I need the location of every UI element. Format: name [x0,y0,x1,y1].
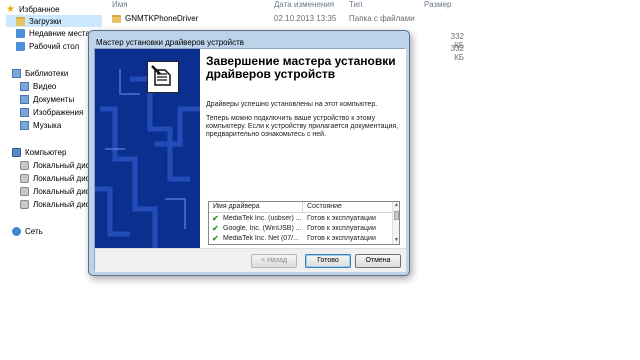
column-separator[interactable] [302,202,303,213]
nav-images-label: Изображения [33,107,84,117]
nav-video[interactable]: Видео [20,80,56,92]
nav-disk-3[interactable]: Локальный диск [20,185,93,197]
nav-favorites[interactable]: ★ Избранное [6,3,60,15]
file-date: 02.10.2013 13:35 [274,14,337,23]
nav-disk-4[interactable]: Локальный диск [20,198,93,210]
nav-libraries-label: Библиотеки [25,68,69,78]
checkmark-icon: ✔ [212,224,219,233]
nav-disk-label: Локальный диск [33,173,94,183]
nav-disk-label: Локальный диск [33,199,94,209]
nav-disk-1[interactable]: Локальный диск [20,159,93,171]
recent-places-icon [16,28,25,38]
back-button[interactable]: < Назад [251,254,297,268]
driver-status: Готов к эксплуатации [307,235,376,242]
disk-icon [20,173,29,183]
driver-row[interactable]: ✔ MediaTek Inc. Net (07/... Готов к эксп… [209,234,393,244]
column-driver-name[interactable]: Имя драйвера [213,203,260,210]
nav-network-label: Сеть [25,226,43,236]
nav-computer[interactable]: Компьютер [12,146,66,158]
nav-favorites-label: Избранное [19,4,60,14]
nav-disk-label: Локальный диск [33,186,94,196]
nav-disk-label: Локальный диск [33,160,94,170]
nav-recent-label: Недавние места [29,28,90,38]
wizard-content: Завершение мастера установки драйверов у… [200,49,406,248]
scroll-thumb[interactable] [394,211,399,220]
disk-icon [20,199,29,209]
desktop-icon [16,41,25,51]
driver-status: Готов к эксплуатации [307,225,376,232]
wizard-banner [95,49,200,248]
wizard-logo-icon [147,61,179,93]
documents-icon [20,94,29,104]
disk-icon [20,160,29,170]
finish-button[interactable]: Готово [305,254,351,268]
folder-icon [112,14,121,23]
column-header-name[interactable]: Имя [112,0,128,10]
nav-documents-label: Документы [33,94,75,104]
disk-icon [20,186,29,196]
driver-name: MediaTek Inc. Net (07/... [223,235,299,242]
column-header-size[interactable]: Размер [424,0,452,10]
scroll-down-arrow-icon[interactable]: ▼ [393,237,400,244]
driver-name: MediaTek Inc. (usbser) ... [223,215,302,222]
driver-row[interactable]: ✔ MediaTek Inc. (usbser) ... Готов к экс… [209,214,393,224]
nav-downloads[interactable]: Загрузки [6,15,102,27]
driver-list-scrollbar[interactable]: ▲ ▼ [392,202,399,244]
downloads-folder-icon [16,16,25,26]
driver-list[interactable]: Имя драйвера Состояние ✔ MediaTek Inc. (… [208,201,400,245]
driver-list-header: Имя драйвера Состояние [209,202,393,213]
file-type: Папка с файлами [349,14,415,23]
nav-documents[interactable]: Документы [20,93,74,105]
nav-desktop-label: Рабочий стол [29,41,80,51]
driver-status: Готов к эксплуатации [307,215,376,222]
dialog-body: Завершение мастера установки драйверов у… [94,48,406,272]
driver-install-wizard-dialog: Мастер установки драйверов устройств Зав… [88,30,410,276]
nav-network[interactable]: Сеть [12,225,43,237]
nav-libraries[interactable]: Библиотеки [12,67,68,79]
connect-device-message: Теперь можно подключить ваше устройство … [206,115,399,138]
driver-row[interactable]: ✔ Google, Inc. (WinUSB) ... Готов к эксп… [209,224,393,234]
nav-images[interactable]: Изображения [20,106,83,118]
nav-recent-places[interactable]: Недавние места [16,27,90,39]
nav-music-label: Музыка [33,120,62,130]
driver-name: Google, Inc. (WinUSB) ... [223,225,302,232]
libraries-icon [12,68,21,78]
file-size: 332 КБ [450,44,464,62]
network-icon [12,226,21,236]
column-header-date[interactable]: Дата изменения [274,0,334,10]
column-header-type[interactable]: Тип [349,0,362,10]
checkmark-icon: ✔ [212,234,219,243]
star-icon: ★ [6,3,15,15]
column-driver-status[interactable]: Состояние [307,203,342,210]
nav-downloads-label: Загрузки [29,16,62,26]
nav-disk-2[interactable]: Локальный диск [20,172,93,184]
file-row[interactable]: GNMTKPhoneDriver 02.10.2013 13:35 Папка … [112,12,640,24]
scroll-up-arrow-icon[interactable]: ▲ [393,202,400,209]
video-icon [20,81,29,91]
wizard-heading: Завершение мастера установки драйверов у… [206,54,396,81]
checkmark-icon: ✔ [212,214,219,223]
wizard-footer: < Назад Готово Отмена [95,248,406,272]
file-name: GNMTKPhoneDriver [125,14,199,23]
nav-desktop[interactable]: Рабочий стол [16,40,79,52]
success-message: Драйверы успешно установлены на этот ком… [206,101,378,108]
images-icon [20,107,29,117]
computer-icon [12,147,21,157]
nav-video-label: Видео [33,81,57,91]
nav-computer-label: Компьютер [25,147,67,157]
nav-music[interactable]: Музыка [20,119,61,131]
cancel-button[interactable]: Отмена [355,254,401,268]
dialog-title: Мастер установки драйверов устройств [96,38,245,47]
music-icon [20,120,29,130]
